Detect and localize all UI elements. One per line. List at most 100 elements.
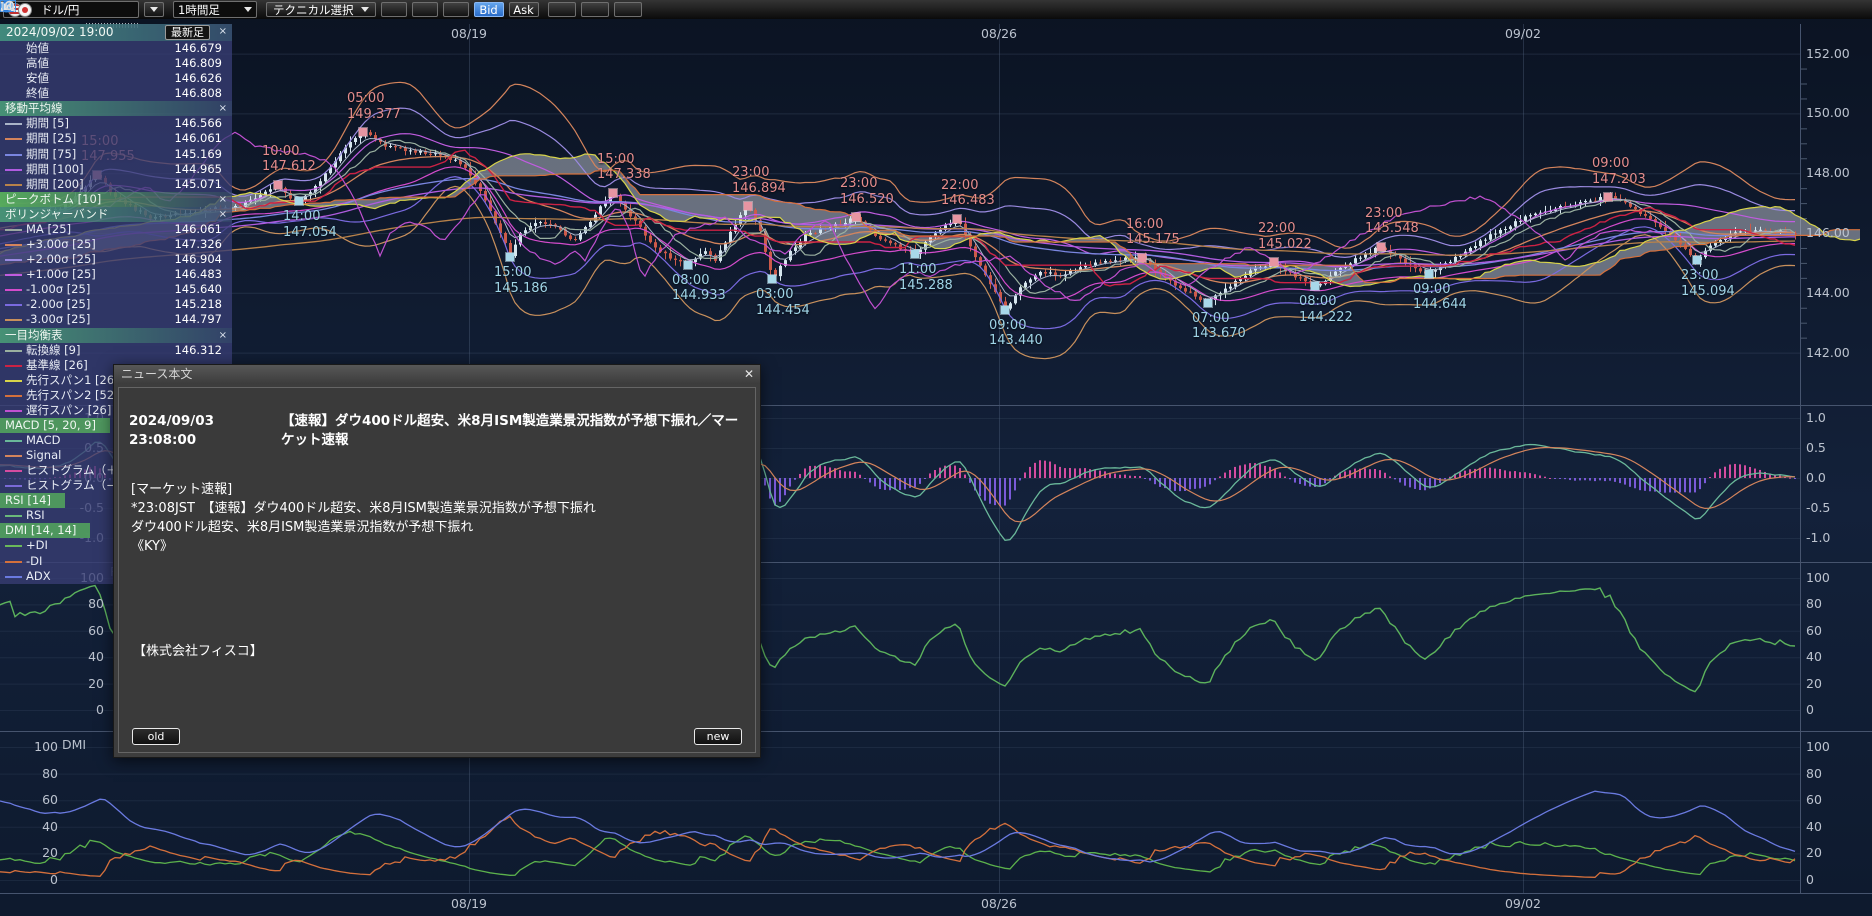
pair-dropdown-button[interactable] (144, 2, 164, 17)
axis-label: 150.00 (1806, 105, 1850, 120)
series-color-swatch (5, 319, 22, 321)
axis-label: 60 (64, 623, 104, 638)
news-body: [マーケット速報]*23:08JST 【速報】ダウ400ドル超安、米8月ISM製… (131, 480, 741, 556)
panel-row[interactable]: +1.00σ [25]146.483 (0, 267, 232, 282)
zoom-out-button[interactable] (581, 2, 609, 17)
technical-select-button[interactable]: テクニカル選択 (266, 2, 376, 17)
row-label: 遅行スパン [26] (26, 403, 111, 417)
panel-row[interactable]: -1.00σ [25]145.640 (0, 282, 232, 297)
row-value: 146.061 (174, 131, 222, 146)
bottom-marker (506, 253, 514, 261)
row-label: 先行スパン2 [52] (26, 388, 119, 402)
panel-section-header[interactable]: ピークボトム [10]× (0, 192, 232, 207)
panel-section-header[interactable]: ボリンジャーバンド× (0, 207, 232, 222)
row-label: 終値 (26, 86, 49, 100)
peak-annotation: 22:00146.483 (941, 178, 995, 209)
peak-annotation: 22:00145.022 (1258, 221, 1312, 252)
news-dialog-titlebar[interactable]: ニュース本文 ✕ (114, 365, 760, 384)
close-icon[interactable]: ✕ (744, 365, 754, 384)
peak-annotation: 16:00145.175 (1126, 217, 1180, 248)
zoom-in-button[interactable] (614, 2, 642, 17)
close-icon[interactable]: × (219, 192, 227, 207)
series-color-swatch (5, 545, 22, 547)
row-label: -2.00σ [25] (26, 297, 90, 311)
bottom-marker (684, 261, 692, 269)
panel-row[interactable]: 終値146.808 (0, 86, 232, 101)
panel-row[interactable]: 転換線 [9]146.312 (0, 343, 232, 358)
ask-label: Ask (513, 3, 534, 17)
peak-marker (359, 128, 367, 136)
info-button[interactable]: i (412, 2, 438, 17)
axis-label: 80 (1806, 766, 1822, 781)
bid-button[interactable]: Bid (474, 2, 504, 17)
panel-row[interactable]: 安値146.626 (0, 71, 232, 86)
series-color-swatch (5, 365, 22, 367)
panel-row[interactable]: 高値146.809 (0, 56, 232, 71)
area-chart-button[interactable] (443, 2, 469, 17)
panel-date-header[interactable]: 2024/09/02 19:00最新足× (0, 24, 232, 41)
chart-type-button[interactable] (548, 2, 576, 17)
older-news-button[interactable]: old (132, 728, 180, 745)
panel-row[interactable]: +2.00σ [25]146.904 (0, 252, 232, 267)
close-icon[interactable]: × (219, 207, 227, 222)
row-value: 145.169 (174, 147, 222, 162)
axis-label: 0.0 (1806, 470, 1826, 485)
row-label: Signal (26, 448, 61, 462)
panel-row[interactable]: 期間 [5]146.566 (0, 116, 232, 131)
bottom-marker (295, 197, 303, 205)
series-color-swatch (5, 440, 22, 442)
row-label: 始値 (26, 41, 49, 55)
panel-row[interactable]: 期間 [25]146.061 (0, 131, 232, 146)
series-color-swatch (5, 154, 22, 156)
panel-row[interactable]: 期間 [100]144.965 (0, 162, 232, 177)
peak-marker (609, 189, 617, 197)
close-icon[interactable]: × (219, 24, 227, 39)
ask-button[interactable]: Ask (509, 2, 539, 17)
series-color-swatch (5, 576, 22, 578)
peak-annotation: 10:00147.612 (262, 144, 316, 175)
panel-section-header[interactable]: 一目均衡表× (0, 328, 232, 343)
newer-news-button[interactable]: new (694, 728, 742, 745)
axis-label: 20 (18, 845, 58, 860)
peak-marker (1377, 243, 1385, 251)
axis-label: -0.5 (1806, 500, 1830, 515)
bottom-annotation: 09:00144.644 (1413, 282, 1467, 313)
draw-tool-button[interactable] (381, 2, 407, 17)
bottom-annotation: 11:00145.288 (899, 262, 953, 293)
timeframe-select[interactable]: 1時間足 (173, 1, 257, 18)
series-color-swatch (5, 184, 22, 186)
close-icon[interactable]: × (219, 328, 227, 343)
panel-row[interactable]: 期間 [200]145.071 (0, 177, 232, 192)
bottom-annotation: 08:00144.933 (672, 273, 726, 304)
currency-pair-label: ドル/円 (41, 2, 79, 18)
row-value: 145.640 (174, 282, 222, 297)
zoom-in-icon (0, 0, 16, 13)
panel-row[interactable]: +3.00σ [25]147.326 (0, 237, 232, 252)
currency-pair-select[interactable]: ドル/円 (3, 1, 139, 18)
panel-row[interactable]: -2.00σ [25]145.218 (0, 297, 232, 312)
dmi-pane-title: DMI (62, 737, 86, 752)
series-color-swatch (5, 561, 22, 563)
axis-label: 80 (1806, 596, 1822, 611)
series-color-swatch (5, 274, 22, 276)
row-value: 146.483 (174, 267, 222, 282)
bottom-marker (768, 275, 776, 283)
panel-row[interactable]: MA [25]146.061 (0, 222, 232, 237)
panel-section-header[interactable]: RSI [14] (0, 493, 65, 508)
japan-flag-icon (18, 3, 32, 17)
close-icon[interactable]: × (219, 101, 227, 116)
bottom-marker (1425, 270, 1433, 278)
peak-annotation: 09:00147.203 (1592, 156, 1646, 187)
row-label: 期間 [200] (26, 177, 84, 191)
panel-row[interactable]: 始値146.679 (0, 41, 232, 56)
panel-row[interactable]: -3.00σ [25]144.797 (0, 312, 232, 327)
row-label: ADX (26, 569, 51, 583)
panel-section-header[interactable]: DMI [14, 14] (0, 523, 90, 538)
row-label: 期間 [5] (26, 116, 69, 130)
series-color-swatch (5, 259, 22, 261)
axis-label: 80 (18, 766, 58, 781)
panel-row[interactable]: 期間 [75]145.169 (0, 147, 232, 162)
axis-label: 0.5 (1806, 440, 1826, 455)
panel-section-header[interactable]: 移動平均線× (0, 101, 232, 116)
panel-section-header[interactable]: MACD [5, 20, 9] (0, 418, 110, 433)
